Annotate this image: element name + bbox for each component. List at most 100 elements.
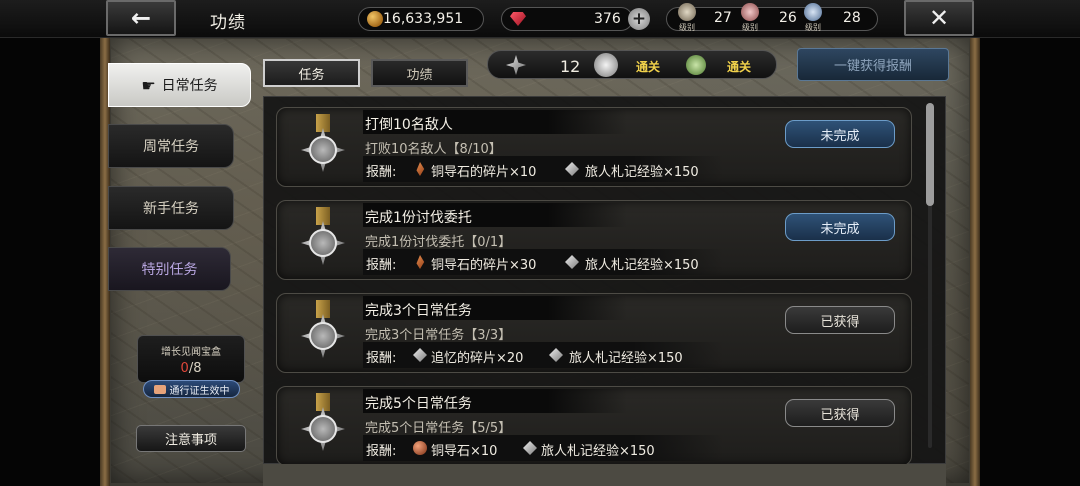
stat-clear-1: 通关	[636, 60, 661, 74]
rank-2: 级别	[738, 3, 762, 33]
medal-icon	[299, 300, 347, 370]
sun-badge-icon	[594, 53, 618, 77]
plus-icon: +	[631, 9, 647, 29]
nav-special-label: 特别任务	[141, 262, 198, 278]
mission-progress: 打败10名敌人【8/10】	[365, 142, 502, 157]
left-letterbox	[0, 0, 108, 486]
mission-card: 完成3个日常任务 完成3个日常任务【3/3】 报酬: 追忆的碎片×20 旅人札记…	[276, 293, 912, 373]
clear-stats-bar: 12 通关 通关	[487, 50, 777, 79]
mission-card: 打倒10名敌人 打败10名敌人【8/10】 报酬: 铜导石的碎片×10 旅人札记…	[276, 107, 912, 187]
back-arrow-icon: ←	[130, 4, 152, 32]
nav-weekly-label: 周常任务	[143, 139, 199, 155]
mission-card: 完成5个日常任务 完成5个日常任务【5/5】 报酬: 铜导石×10 旅人札记经验…	[276, 386, 912, 466]
bronze-rank-icon	[678, 3, 696, 21]
medal-icon	[299, 114, 347, 184]
reward-1: 铜导石×10	[431, 444, 498, 459]
gold-coin-icon	[367, 11, 383, 27]
reward-1: 追忆的碎片×20	[431, 351, 524, 366]
rank-2-value: 26	[779, 10, 797, 26]
reward-1: 铜导石的碎片×30	[431, 258, 537, 273]
gold-display: 16,633,951	[358, 7, 484, 31]
gem-display: 376	[501, 7, 633, 31]
nav-newbie-label: 新手任务	[143, 201, 199, 217]
nav-special-missions[interactable]: 特别任务	[108, 247, 231, 291]
reward-label: 报酬:	[366, 351, 397, 366]
ticket-icon	[153, 384, 166, 394]
reward-2: 旅人札记经验×150	[585, 258, 699, 273]
notice-button[interactable]: 注意事项	[136, 425, 246, 452]
stat-count: 12	[560, 57, 581, 76]
reward-label: 报酬:	[366, 165, 397, 180]
status-label: 未完成	[820, 128, 860, 144]
status-label: 已获得	[820, 407, 860, 423]
rank-3-value: 28	[843, 10, 861, 26]
medal-icon	[299, 207, 347, 277]
tab-tasks[interactable]: 任务	[263, 59, 360, 87]
rank-3-label: 级别	[805, 23, 821, 32]
chest-title: 增长见闻宝盒	[161, 347, 221, 358]
rank-2-label: 级别	[742, 23, 758, 32]
back-button[interactable]: ←	[106, 0, 176, 36]
reward-2: 旅人札记经验×150	[585, 165, 699, 180]
rose-rank-icon	[741, 3, 759, 21]
scrollbar-thumb[interactable]	[926, 103, 934, 206]
frame-rim-right	[970, 0, 980, 486]
gem-amount: 376	[594, 11, 621, 27]
mission-title: 完成1份讨伐委托	[365, 210, 472, 226]
tab-achievements-label: 功绩	[406, 67, 433, 83]
right-letterbox	[974, 0, 1080, 486]
copper-stone-icon	[413, 441, 427, 455]
mission-progress: 完成5个日常任务【5/5】	[365, 421, 512, 436]
pointing-hand-icon: ☛	[141, 75, 156, 95]
pass-badge-label: 通行证生效中	[169, 385, 230, 397]
top-bar: ← 功绩 16,633,951 376 + 级别 27 级别 26 级别 28	[0, 0, 1080, 38]
nav-daily-label: 日常任务	[161, 78, 218, 94]
mission-title: 打倒10名敌人	[365, 117, 453, 133]
chest-progress: 0/8	[138, 361, 244, 376]
status-label: 已获得	[820, 314, 860, 330]
page-title: 功绩	[210, 13, 246, 33]
reward-2: 旅人札记经验×150	[569, 351, 683, 366]
game-screen: ← 功绩 16,633,951 376 + 级别 27 级别 26 级别 28	[0, 0, 1080, 486]
tab-tasks-label: 任务	[298, 67, 325, 83]
reward-label: 报酬:	[366, 444, 397, 459]
nav-daily-missions[interactable]: ☛ 日常任务	[108, 63, 251, 107]
stat-clear-2: 通关	[727, 60, 752, 74]
list-bottom-mask	[263, 464, 946, 486]
chest-total: /8	[188, 361, 202, 376]
mission-card: 完成1份讨伐委托 完成1份讨伐委托【0/1】 报酬: 铜导石的碎片×30 旅人札…	[276, 200, 912, 280]
reward-1: 铜导石的碎片×10	[431, 165, 537, 180]
status-button[interactable]: 未完成	[785, 120, 895, 148]
mission-progress: 完成1份讨伐委托【0/1】	[365, 235, 512, 250]
mission-title: 完成3个日常任务	[365, 303, 472, 319]
silver-rank-icon	[804, 3, 822, 21]
chest-current: 0	[180, 361, 189, 376]
mission-progress: 完成3个日常任务【3/3】	[365, 328, 512, 343]
gem-icon	[510, 12, 526, 26]
rank-1-value: 27	[714, 10, 732, 26]
rank-1-label: 级别	[679, 23, 695, 32]
status-button[interactable]: 已获得	[785, 399, 895, 427]
add-gems-button[interactable]: +	[628, 8, 650, 30]
gold-amount: 16,633,951	[383, 11, 464, 27]
claim-all-label: 一键获得报酬	[833, 59, 912, 74]
reward-label: 报酬:	[366, 258, 397, 273]
close-icon: ✕	[928, 4, 950, 32]
mission-title: 完成5个日常任务	[365, 396, 472, 412]
growth-chest-box[interactable]: 增长见闻宝盒 0/8	[137, 335, 245, 383]
status-button[interactable]: 已获得	[785, 306, 895, 334]
nav-weekly-missions[interactable]: 周常任务	[108, 124, 234, 168]
medal-icon	[299, 393, 347, 463]
close-button[interactable]: ✕	[904, 0, 974, 36]
reward-2: 旅人札记经验×150	[541, 444, 655, 459]
pass-active-badge: 通行证生效中	[143, 380, 240, 398]
notice-label: 注意事项	[164, 433, 217, 448]
claim-all-rewards-button[interactable]: 一键获得报酬	[797, 48, 949, 81]
status-label: 未完成	[820, 221, 860, 237]
status-button[interactable]: 未完成	[785, 213, 895, 241]
clover-icon	[686, 55, 706, 75]
tab-achievements[interactable]: 功绩	[371, 59, 468, 87]
nav-newbie-missions[interactable]: 新手任务	[108, 186, 234, 230]
rank-1: 级别	[675, 3, 699, 33]
star-medal-icon	[506, 55, 526, 75]
